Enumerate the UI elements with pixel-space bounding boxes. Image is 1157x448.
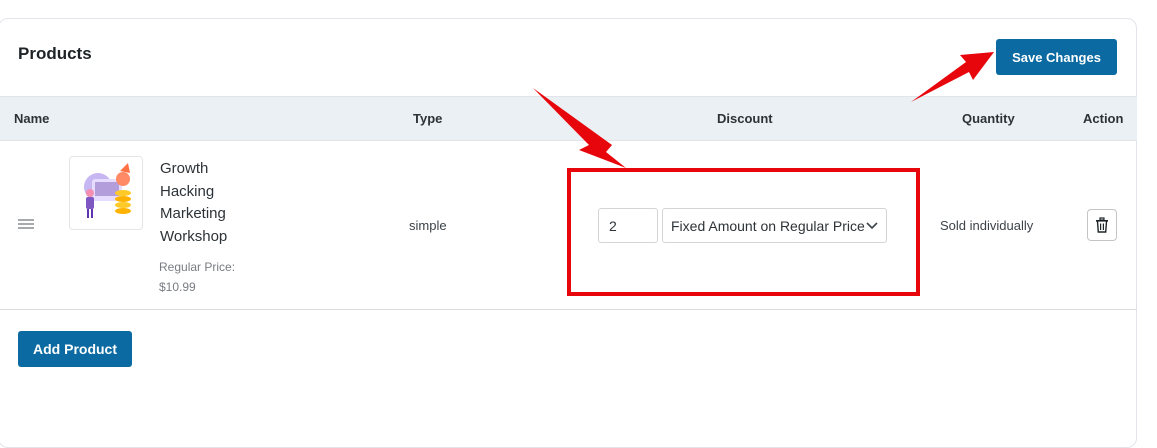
column-header-name: Name xyxy=(14,111,50,126)
product-name[interactable]: Growth Hacking Marketing Workshop xyxy=(160,158,250,248)
add-product-button[interactable]: Add Product xyxy=(18,331,132,367)
product-type: simple xyxy=(409,218,447,233)
column-header-discount: Discount xyxy=(717,111,773,126)
discount-amount-value: 2 xyxy=(609,217,617,234)
panel-title: Products xyxy=(18,44,92,63)
column-header-type: Type xyxy=(413,111,443,126)
product-price: Regular Price: $10.99 xyxy=(159,260,236,294)
drag-handle-icon[interactable] xyxy=(18,219,34,230)
delete-product-button[interactable] xyxy=(1087,209,1117,241)
discount-amount-input[interactable]: 2 xyxy=(598,208,658,243)
quantity-value: Sold individually xyxy=(940,218,1034,233)
discount-type-select[interactable]: Fixed Amount on Regular Price xyxy=(662,208,887,243)
table-header: Name Type Discount Quantity Action xyxy=(0,96,1137,141)
column-header-action: Action xyxy=(1083,111,1124,126)
product-thumbnail xyxy=(69,156,143,230)
discount-type-value: Fixed Amount on Regular Price xyxy=(671,217,865,234)
trash-icon xyxy=(1096,217,1108,233)
column-header-quantity: Quantity xyxy=(962,111,1015,126)
save-changes-button[interactable]: Save Changes xyxy=(996,39,1117,75)
chevron-down-icon xyxy=(866,221,878,229)
